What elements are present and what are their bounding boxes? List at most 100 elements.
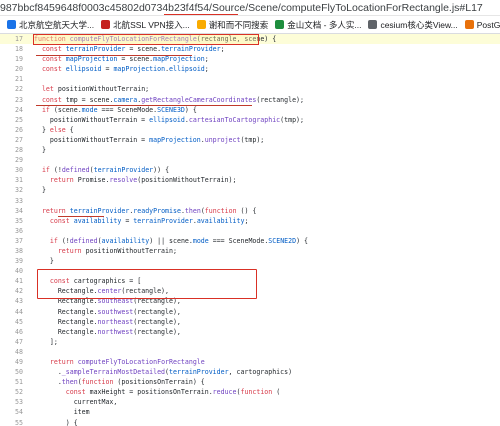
bookmark-item[interactable]: 北航SSL VPN接入... [101, 19, 190, 31]
line-number[interactable]: 49 [0, 357, 23, 367]
bookmark-item[interactable]: 北京航空航天大学... [7, 19, 94, 31]
code-line: 25 positionWithoutTerrain = ellipsoid.ca… [0, 115, 500, 125]
line-number[interactable]: 21 [0, 74, 23, 84]
highlight-box-scene2d-condition [37, 269, 257, 299]
line-number[interactable]: 54 [0, 407, 23, 417]
code-text: ._sampleTerrainMostDetailed(terrainProvi… [34, 368, 293, 377]
bookmark-item[interactable]: PostGIS中的几何类... [464, 19, 500, 31]
code-line: 30 if (!defined(terrainProvider)) { [0, 165, 500, 175]
code-text: return positionWithoutTerrain; [57, 246, 177, 255]
code-text: Rectangle.northwest(rectangle), [34, 327, 181, 336]
line-number[interactable]: 41 [0, 276, 23, 286]
bookmark-favicon-icon [101, 20, 111, 29]
code-line: 34 return terrainProvider.readyPromise.t… [0, 206, 500, 216]
code-view: 17 function computeFlyToLocationForRectan… [0, 34, 500, 426]
line-number[interactable]: 55 [0, 418, 23, 426]
line-number[interactable]: 22 [0, 84, 23, 94]
code-text: let positionWithoutTerrain; [41, 85, 150, 94]
line-number[interactable]: 39 [0, 256, 23, 266]
code-line: 29 [0, 155, 500, 165]
code-text: const terrainProvider = scene.terrainPro… [41, 45, 225, 54]
code-text: return computeFlyToLocationForRectangle [49, 358, 205, 366]
code-line: 49 return computeFlyToLocationForRectang… [0, 357, 500, 367]
code-line: 27 positionWithoutTerrain = mapProjectio… [0, 135, 500, 145]
line-number[interactable]: 31 [0, 175, 23, 185]
line-number[interactable]: 33 [0, 196, 23, 206]
code-line: 26 } else { [0, 125, 500, 135]
code-text: .then(function (positionsOnTerrain) { [34, 378, 205, 387]
code-text: } [34, 146, 46, 155]
code-line: 20 const ellipsoid = mapProjection.ellip… [0, 64, 500, 74]
underline-readypromise [58, 216, 104, 217]
line-number[interactable]: 40 [0, 266, 23, 276]
code-text: } [34, 257, 54, 266]
code-line: 37 if (!defined(availability) || scene.m… [0, 236, 500, 246]
line-number[interactable]: 35 [0, 216, 23, 226]
code-text: ) { [34, 418, 78, 426]
code-line: 18 const terrainProvider = scene.terrain… [0, 44, 500, 54]
line-number[interactable]: 50 [0, 367, 23, 377]
bookmark-label: 北京航空航天大学... [19, 19, 95, 30]
line-number[interactable]: 17 [0, 34, 23, 44]
line-number[interactable]: 18 [0, 44, 23, 54]
line-number[interactable]: 48 [0, 347, 23, 357]
code-text: if (!defined(terrainProvider)) { [41, 166, 170, 175]
bookmark-item[interactable]: 谢和而不同搜索 [196, 19, 268, 31]
bookmark-label: 金山文档 - 多人实... [287, 19, 362, 30]
highlight-box-function-signature [33, 34, 259, 45]
line-number[interactable]: 20 [0, 64, 23, 74]
line-number[interactable]: 26 [0, 125, 23, 135]
line-number[interactable]: 23 [0, 95, 23, 105]
code-line: 48 [0, 347, 500, 357]
line-number[interactable]: 34 [0, 206, 23, 216]
code-line: 28 } [0, 145, 500, 155]
line-number[interactable]: 36 [0, 226, 23, 236]
address-bar[interactable]: 987bbcf8459648f0003c45802d0734b23f4f54/S… [0, 0, 500, 16]
line-number[interactable]: 44 [0, 307, 23, 317]
code-line: 55 ) { [0, 418, 500, 426]
code-text: Rectangle.southwest(rectangle), [34, 307, 181, 316]
bookmark-favicon-icon [7, 20, 16, 29]
line-number[interactable]: 38 [0, 246, 23, 256]
code-text: positionWithoutTerrain = mapProjection.u… [34, 135, 265, 144]
code-line: 22 let positionWithoutTerrain; [0, 84, 500, 94]
code-line: 39 } [0, 256, 500, 266]
line-number[interactable]: 51 [0, 377, 23, 387]
line-number[interactable]: 32 [0, 185, 23, 195]
line-number[interactable]: 52 [0, 387, 23, 397]
code-line: 21 [0, 74, 500, 84]
code-text: const maxHeight = positionsOnTerrain.red… [65, 388, 281, 397]
code-text: const tmp = scene.camera.getRectangleCam… [41, 95, 304, 104]
bookmark-label: PostGIS中的几何类... [476, 19, 500, 30]
line-number[interactable]: 19 [0, 54, 23, 64]
code-line: 31 return Promise.resolve(positionWithou… [0, 175, 500, 185]
code-line: 51 .then(function (positionsOnTerrain) { [0, 377, 500, 387]
code-text: if (scene.mode === SceneMode.SCENE3D) { [41, 105, 197, 114]
line-number[interactable]: 37 [0, 236, 23, 246]
code-line: 45 Rectangle.northeast(rectangle), [0, 317, 500, 327]
line-number[interactable]: 42 [0, 286, 23, 296]
line-number[interactable]: 29 [0, 155, 23, 165]
bookmark-item[interactable]: 金山文档 - 多人实... [275, 19, 361, 31]
line-number[interactable]: 53 [0, 397, 23, 407]
code-line: 32 } [0, 185, 500, 195]
bookmark-item[interactable]: cesium核心类View... [368, 19, 458, 31]
code-text: return terrainProvider.readyPromise.then… [41, 206, 257, 215]
line-number[interactable]: 24 [0, 105, 23, 115]
line-number[interactable]: 43 [0, 296, 23, 306]
code-line: 23 const tmp = scene.camera.getRectangle… [0, 95, 500, 105]
line-number[interactable]: 28 [0, 145, 23, 155]
code-text: Rectangle.northeast(rectangle), [34, 317, 181, 326]
line-number[interactable]: 46 [0, 327, 23, 337]
line-number[interactable]: 45 [0, 317, 23, 327]
underline-terrainprovider [36, 55, 192, 56]
code-line: 24 if (scene.mode === SceneMode.SCENE3D)… [0, 105, 500, 115]
code-lines: 17 function computeFlyToLocationForRectan… [0, 34, 500, 426]
line-number[interactable]: 27 [0, 135, 23, 145]
code-text: return Promise.resolve(positionWithoutTe… [49, 176, 237, 185]
line-number[interactable]: 25 [0, 115, 23, 125]
code-line: 47 ]; [0, 337, 500, 347]
line-number[interactable]: 47 [0, 337, 23, 347]
line-number[interactable]: 30 [0, 165, 23, 175]
code-text: currentMax, [34, 398, 118, 407]
